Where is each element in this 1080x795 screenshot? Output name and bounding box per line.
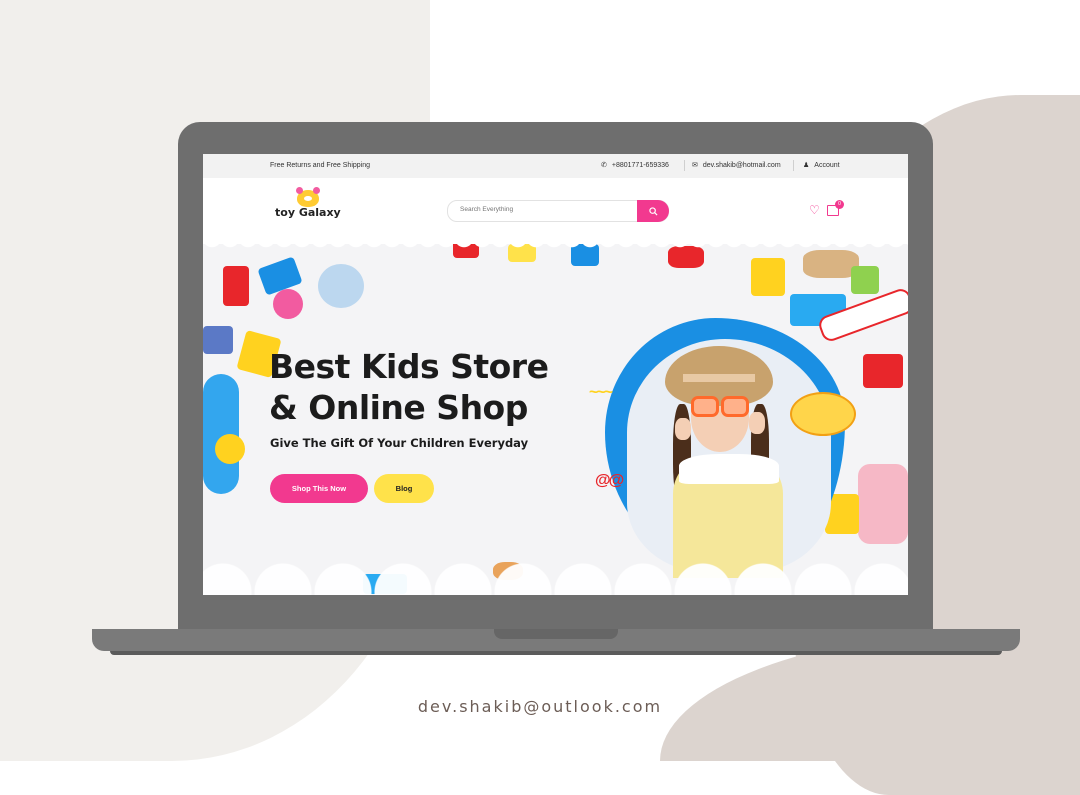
toy-plush [318,264,364,308]
hero-bottom-wave [203,562,908,595]
cart-button[interactable]: 0 [827,200,844,216]
toy-number-block [858,464,908,544]
toy-ball [273,289,303,319]
hero-subtitle: Give The Gift Of Your Children Everyday [270,436,529,450]
search-bar [447,200,669,222]
wishlist-heart-icon[interactable]: ♡ [809,203,820,217]
shop-now-button[interactable]: Shop This Now [270,474,368,503]
account-label: Account [814,161,840,169]
mail-icon: ✉ [692,162,698,169]
cart-count-badge: 0 [835,200,844,209]
hero-title-line-1: Best Kids Store [269,347,549,386]
phone-number: +8801771-659336 [611,161,669,169]
user-icon: ♟ [803,162,810,169]
toy-propeller [215,434,245,464]
blog-button[interactable]: Blog [374,474,434,503]
toy-block [851,266,879,294]
cloud-sticker-icon [790,392,856,436]
laptop-notch [494,629,618,639]
website-screen: Free Returns and Free Shipping ✆ +880177… [203,154,908,595]
toy-block [751,258,785,296]
email-contact[interactable]: ✉ dev.shakib@hotmail.com [692,161,781,170]
top-bar: Free Returns and Free Shipping ✆ +880177… [203,154,908,178]
girl-shirt [679,454,779,484]
toy-block [863,354,903,388]
hero-title-line-2: & Online Shop [269,388,528,427]
bear-logo-icon [296,187,320,207]
site-header: toy Galaxy ♡ 0 [203,178,908,244]
toy-block [223,266,249,306]
logo[interactable]: toy Galaxy [275,187,345,230]
hero-title: Best Kids Store & Online Shop [269,346,549,428]
girl-hat-band [683,374,755,382]
shipping-notice: Free Returns and Free Shipping [270,162,370,169]
search-input[interactable] [458,205,632,214]
logo-text: toy Galaxy [275,206,341,219]
squiggle-decoration-icon: ~~~ [589,384,613,401]
toy-block [203,326,233,354]
laptop-base-edge [110,651,1002,655]
hero-banner: Best Kids Store & Online Shop Give The G… [203,244,908,595]
divider [793,160,794,171]
sunglasses [721,396,749,417]
phone-icon: ✆ [601,162,607,169]
email-address: dev.shakib@hotmail.com [702,161,781,169]
phone-contact[interactable]: ✆ +8801771-659336 [601,161,669,170]
search-button[interactable] [637,200,669,222]
search-icon [648,206,658,216]
girl-hand [675,418,691,440]
divider [684,160,685,171]
account-link[interactable]: ♟ Account [803,161,840,170]
girl-hand [749,412,765,434]
sunglasses [691,396,719,417]
header-scallop-border [203,238,908,252]
spiral-decoration-icon: @@ [595,472,624,489]
contact-watermark: dev.shakib@outlook.com [417,697,663,716]
